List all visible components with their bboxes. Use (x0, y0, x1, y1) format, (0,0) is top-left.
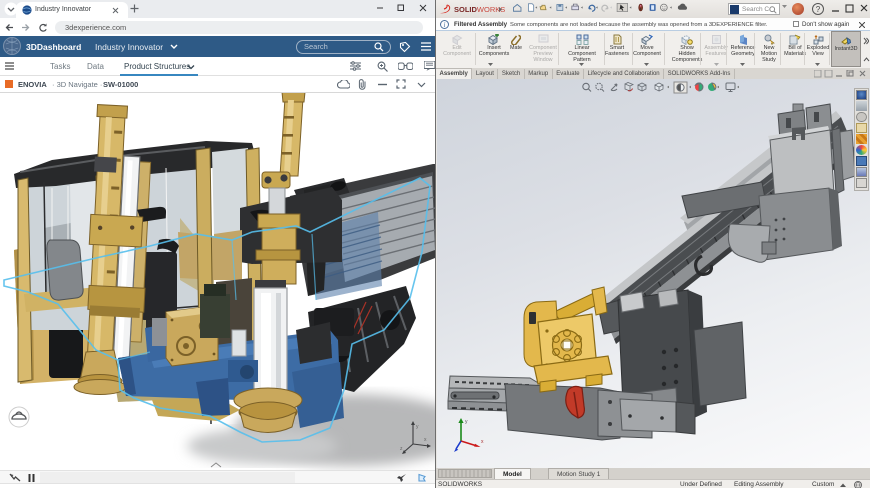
svg-text:y: y (465, 419, 468, 425)
svg-text:x: x (481, 439, 484, 445)
